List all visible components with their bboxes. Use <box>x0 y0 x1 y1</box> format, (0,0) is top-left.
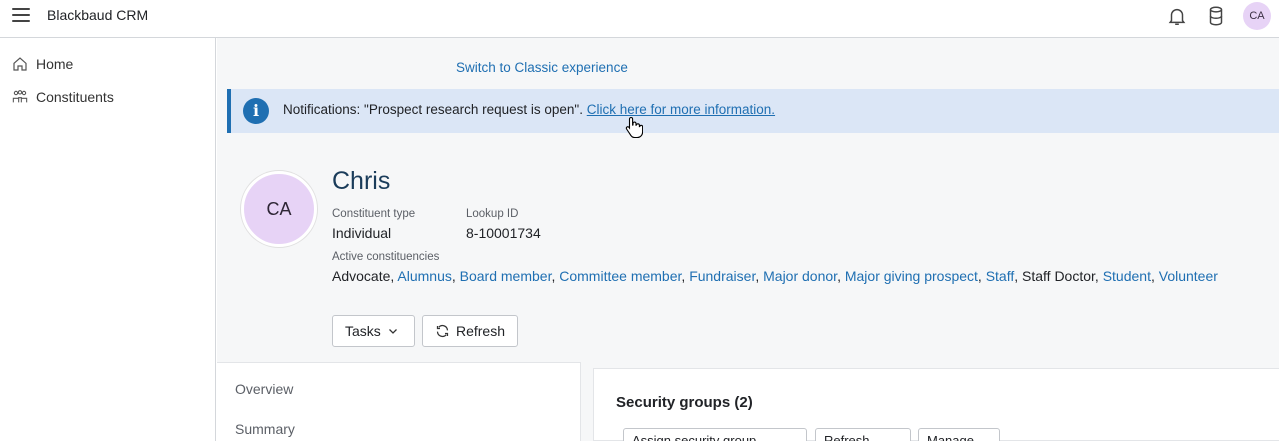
sidebar: Home Constituents <box>0 38 216 441</box>
menu-icon[interactable] <box>12 8 30 24</box>
constituent-name: Chris <box>332 167 391 195</box>
separator: , <box>977 268 986 284</box>
security-refresh-button[interactable]: Refresh <box>815 428 911 441</box>
constituency-item[interactable]: Fundraiser <box>689 268 755 284</box>
separator: , <box>1094 268 1103 284</box>
constituency-item[interactable]: Committee member <box>559 268 681 284</box>
separator: , <box>837 268 845 284</box>
tab-navigation: Overview Summary <box>217 362 581 441</box>
assign-security-group-button[interactable]: Assign security group <box>623 428 807 441</box>
tab-overview[interactable]: Overview <box>235 381 293 397</box>
info-icon: i <box>243 98 269 124</box>
notification-banner: i Notifications: "Prospect research requ… <box>227 89 1279 133</box>
tasks-button[interactable]: Tasks <box>332 315 415 347</box>
sidebar-item-constituents[interactable]: Constituents <box>12 86 114 108</box>
people-icon <box>12 90 28 103</box>
constituent-type-label: Constituent type <box>332 208 416 220</box>
separator: , <box>755 268 764 284</box>
refresh-button[interactable]: Refresh <box>422 315 518 347</box>
separator: , <box>1014 268 1023 284</box>
refresh-icon <box>436 325 449 337</box>
user-avatar[interactable]: CA <box>1243 2 1271 30</box>
chevron-down-icon <box>388 329 397 334</box>
constituency-item[interactable]: Volunteer <box>1159 268 1218 284</box>
security-groups-panel: Security groups (2) Assign security grou… <box>593 368 1279 441</box>
top-bar: Blackbaud CRM CA <box>0 0 1279 38</box>
separator: , <box>451 268 460 284</box>
bell-icon[interactable] <box>1166 5 1188 27</box>
lookup-id-value: 8-10001734 <box>466 225 541 241</box>
lookup-id-label: Lookup ID <box>466 208 519 220</box>
security-groups-title: Security groups (2) <box>616 394 753 411</box>
sidebar-item-label: Home <box>36 56 74 72</box>
database-icon[interactable] <box>1205 5 1227 27</box>
sidebar-item-home[interactable]: Home <box>12 53 73 75</box>
refresh-button-label: Refresh <box>455 323 505 339</box>
active-constituencies-label: Active constituencies <box>332 251 440 263</box>
notification-link[interactable]: Click here for more information. <box>587 102 775 117</box>
notification-text: Notifications: "Prospect research reques… <box>283 102 587 117</box>
constituency-item[interactable]: Staff <box>986 268 1015 284</box>
separator: , <box>1150 268 1159 284</box>
sidebar-item-label: Constituents <box>36 89 114 105</box>
hand-cursor-icon <box>625 116 643 138</box>
app-title[interactable]: Blackbaud CRM <box>47 7 148 23</box>
switch-classic-link[interactable]: Switch to Classic experience <box>456 60 628 75</box>
main-content: Switch to Classic experience i Notificat… <box>217 38 1279 441</box>
constituency-item[interactable]: Major giving prospect <box>845 268 978 284</box>
notification-message: Notifications: "Prospect research reques… <box>283 102 775 117</box>
constituency-item: Staff Doctor <box>1022 268 1095 284</box>
manage-button[interactable]: Manage <box>918 428 1000 441</box>
constituencies-list: Advocate, Alumnus, Board member, Committ… <box>332 268 1218 284</box>
constituency-item: Advocate <box>332 268 391 284</box>
constituency-item[interactable]: Major donor <box>763 268 837 284</box>
tab-summary[interactable]: Summary <box>235 421 295 437</box>
constituency-item[interactable]: Board member <box>460 268 552 284</box>
constituency-item[interactable]: Alumnus <box>397 268 451 284</box>
profile-avatar: CA <box>241 171 317 247</box>
constituent-type-value: Individual <box>332 225 392 241</box>
tasks-button-label: Tasks <box>345 323 381 339</box>
constituency-item[interactable]: Student <box>1103 268 1151 284</box>
home-icon <box>13 57 27 71</box>
